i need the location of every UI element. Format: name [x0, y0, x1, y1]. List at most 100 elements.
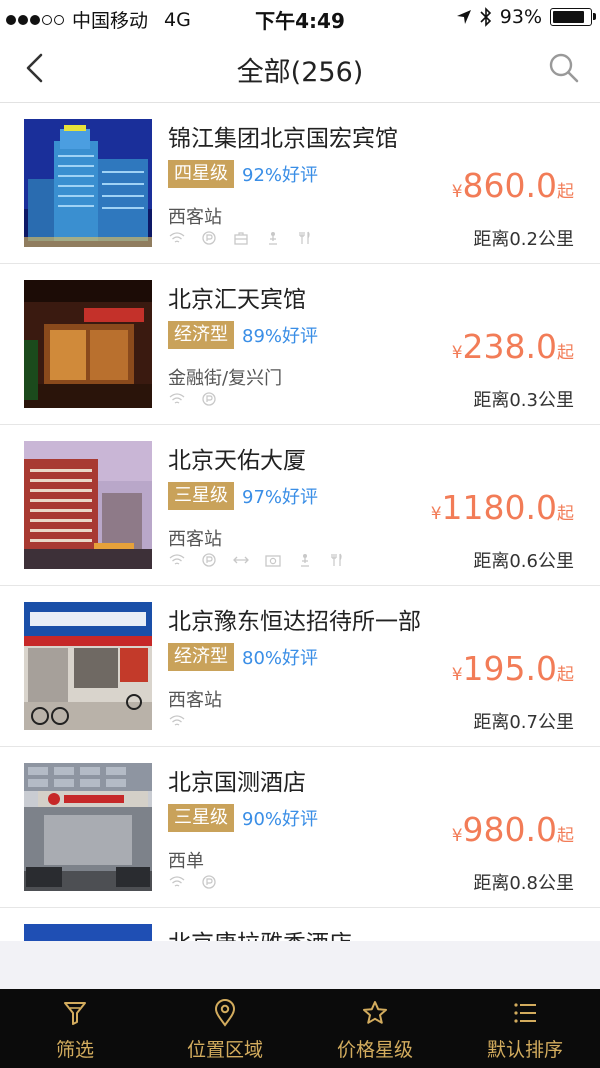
hotel-list-item[interactable]: 北京国测酒店 三星级 90%好评 西单 ¥980.0起 距离0.8公里 [0, 747, 600, 908]
hotel-area: 西单 [168, 851, 204, 872]
search-icon[interactable] [546, 50, 582, 86]
page-title: 全部(256) [236, 57, 364, 88]
hotel-price: ¥238.0起 [452, 327, 574, 366]
hotel-list-item[interactable]: 北京天佑大厦 三星级 97%好评 西客站 ¥1180.0起 距离0.6公里 [0, 425, 600, 586]
hotel-price: ¥860.0起 [452, 166, 574, 205]
amenity-icons [168, 553, 346, 567]
price-amount: 195.0 [462, 649, 557, 688]
price-currency: ¥ [451, 826, 463, 846]
hotel-photo [24, 924, 152, 941]
price-suffix: 起 [557, 504, 574, 524]
star-level-badge: 四星级 [168, 160, 234, 188]
hotel-photo [24, 441, 152, 569]
hotel-photo [24, 119, 152, 247]
status-bar: 中国移动 4G 下午4:49 93% [0, 0, 600, 34]
hotel-area: 西客站 [168, 529, 222, 550]
hotel-distance: 距离0.2公里 [473, 229, 574, 250]
tab-price-star[interactable]: 价格星级 [300, 989, 450, 1068]
star-level-badge: 三星级 [168, 482, 234, 510]
filter-icon [64, 1002, 86, 1025]
camera-icon [265, 555, 281, 567]
price-currency: ¥ [451, 182, 463, 202]
hotel-distance: 距离0.6公里 [473, 551, 574, 572]
transfer-icon [233, 556, 249, 564]
tab-location-area[interactable]: 位置区域 [150, 989, 300, 1068]
hotel-photo [24, 763, 152, 891]
hotel-distance: 距离0.8公里 [473, 873, 574, 894]
amenity-icons [168, 875, 218, 889]
rating-text: 92%好评 [242, 165, 319, 186]
amenity-icons [168, 231, 314, 245]
tab-filter[interactable]: 筛选 [0, 989, 150, 1068]
parking-icon [202, 553, 216, 567]
tab-label: 筛选 [55, 1039, 94, 1061]
star-level-badge: 经济型 [168, 321, 234, 349]
hotel-list-item[interactable]: 锦江集团北京国宏宾馆 四星级 92%好评 西客站 ¥860.0起 距离0.2公里 [0, 103, 600, 264]
hotel-photo [24, 280, 152, 408]
hotel-area: 金融街/复兴门 [168, 368, 283, 389]
star-level-badge: 经济型 [168, 643, 234, 671]
location-pin-icon [214, 999, 236, 1027]
hotel-price: ¥195.0起 [452, 649, 574, 688]
wifi-icon [169, 715, 185, 726]
star-level-badge: 三星级 [168, 804, 234, 832]
tab-label: 位置区域 [186, 1039, 263, 1061]
hotel-distance: 距离0.3公里 [473, 390, 574, 411]
parking-icon [202, 231, 216, 245]
fitness-icon [269, 232, 277, 245]
hotel-name: 北京汇天宾馆 [168, 287, 306, 313]
amenity-icons [168, 714, 186, 728]
hotel-list-item[interactable]: 北京豫东恒达招待所一部 经济型 80%好评 西客站 ¥195.0起 距离0.7公… [0, 586, 600, 747]
hotel-photo [24, 602, 152, 730]
price-amount: 980.0 [462, 810, 557, 849]
tab-default-sort[interactable]: 默认排序 [450, 989, 600, 1068]
hotel-price: ¥1180.0起 [431, 488, 574, 527]
amenity-icons [168, 392, 218, 406]
price-suffix: 起 [557, 343, 574, 363]
hotel-name: 北京国测酒店 [168, 770, 306, 796]
hotel-area: 西客站 [168, 207, 222, 228]
hotel-tags: 四星级 92%好评 [168, 160, 318, 188]
price-suffix: 起 [557, 665, 574, 685]
restaurant-icon [331, 553, 342, 566]
hotel-name: 北京唐拉雅秀酒店 [168, 924, 352, 941]
price-currency: ¥ [451, 665, 463, 685]
restaurant-icon [299, 231, 310, 244]
rating-text: 80%好评 [242, 648, 319, 669]
price-amount: 1180.0 [441, 488, 557, 527]
hotel-name: 锦江集团北京国宏宾馆 [168, 126, 398, 152]
nav-bar: 全部(256) [0, 34, 600, 103]
rating-text: 90%好评 [242, 809, 319, 830]
hotel-tags: 经济型 80%好评 [168, 643, 318, 671]
tab-label: 价格星级 [336, 1039, 413, 1061]
rating-text: 89%好评 [242, 326, 319, 347]
hotel-name: 北京天佑大厦 [168, 448, 306, 474]
hotel-area: 西客站 [168, 690, 222, 711]
hotel-list-item[interactable]: 北京唐拉雅秀酒店 [0, 908, 600, 941]
parking-icon [202, 392, 216, 406]
hotel-distance: 距离0.7公里 [473, 712, 574, 733]
bluetooth-icon [480, 7, 491, 27]
wifi-icon [169, 554, 185, 565]
wifi-icon [169, 393, 185, 404]
parking-icon [202, 875, 216, 889]
price-currency: ¥ [451, 343, 463, 363]
hotel-name: 北京豫东恒达招待所一部 [168, 609, 421, 635]
sort-list-icon [514, 1003, 536, 1023]
price-amount: 238.0 [462, 327, 557, 366]
battery-icon [550, 8, 596, 26]
price-suffix: 起 [557, 182, 574, 202]
hotel-price: ¥980.0起 [452, 810, 574, 849]
rating-text: 97%好评 [242, 487, 319, 508]
hotel-tags: 三星级 90%好评 [168, 804, 318, 832]
hotel-list-item[interactable]: 北京汇天宾馆 经济型 89%好评 金融街/复兴门 ¥238.0起 距离0.3公里 [0, 264, 600, 425]
luggage-icon [234, 232, 248, 245]
list-footer-background [0, 941, 600, 989]
price-suffix: 起 [557, 826, 574, 846]
price-currency: ¥ [430, 504, 442, 524]
star-icon [363, 1001, 387, 1024]
fitness-icon [301, 554, 309, 567]
wifi-icon [169, 876, 185, 887]
tab-label: 默认排序 [486, 1039, 563, 1061]
bottom-tab-bar: 筛选 位置区域 价格星级 默认排序 [0, 989, 600, 1068]
